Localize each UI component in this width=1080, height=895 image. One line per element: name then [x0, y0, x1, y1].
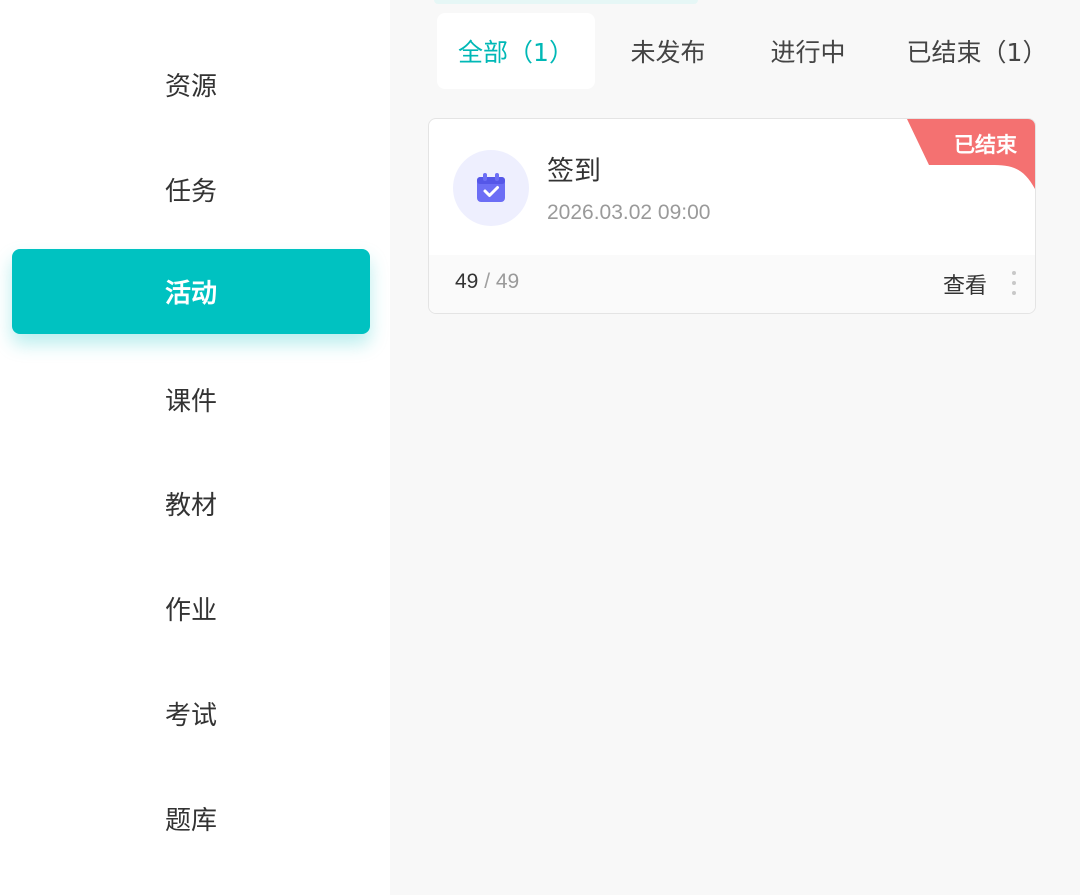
tab-label: 进行中 [770, 38, 846, 67]
main-content: 全部（1） 未发布 进行中 已结束（1） 签到 2026.03.02 09:00… [390, 0, 1080, 895]
participation-count: 49 / 49 [455, 270, 519, 294]
count-completed: 49 [455, 270, 479, 293]
sidebar-item-resources[interactable]: 资源 [12, 42, 370, 127]
tab-label: 未发布 [630, 38, 706, 67]
sidebar-item-question-bank[interactable]: 题库 [12, 776, 370, 861]
status-badge: 已结束 [954, 133, 1017, 157]
tab-all[interactable]: 全部（1） [437, 13, 595, 89]
count-total: 49 [495, 270, 520, 293]
sidebar-item-activities[interactable]: 活动 [12, 249, 370, 334]
tab-unpublished[interactable]: 未发布 [612, 13, 724, 89]
sidebar-item-label: 作业 [164, 596, 217, 626]
sidebar-item-exams[interactable]: 考试 [12, 671, 370, 756]
tab-ended[interactable]: 已结束（1） [902, 13, 1052, 89]
top-edge-divider [434, 0, 698, 4]
sidebar-item-tasks[interactable]: 任务 [12, 147, 370, 232]
sidebar-item-label: 课件 [164, 387, 217, 417]
sidebar-item-label: 活动 [164, 279, 217, 309]
calendar-check-icon [453, 150, 529, 226]
sidebar: 资源 任务 活动 课件 教材 作业 考试 题库 [0, 0, 390, 895]
sidebar-item-courseware[interactable]: 课件 [12, 357, 370, 442]
activity-title: 签到 [547, 156, 601, 187]
sidebar-item-label: 考试 [164, 701, 217, 731]
activity-card[interactable]: 签到 2026.03.02 09:00 已结束 49 / 49 查看 [428, 118, 1036, 314]
sidebar-item-homework[interactable]: 作业 [12, 566, 370, 651]
more-vertical-icon[interactable] [1007, 269, 1021, 297]
sidebar-item-label: 教材 [164, 491, 217, 521]
count-separator: / [478, 270, 496, 293]
sidebar-item-label: 任务 [164, 177, 217, 207]
sidebar-item-label: 题库 [164, 806, 217, 836]
activity-time: 2026.03.02 09:00 [547, 201, 711, 224]
tab-label: 已结束（1） [906, 38, 1048, 67]
view-button[interactable]: 查看 [943, 268, 987, 300]
sidebar-item-textbooks[interactable]: 教材 [12, 461, 370, 546]
tab-in-progress[interactable]: 进行中 [752, 13, 864, 89]
sidebar-item-label: 资源 [164, 72, 217, 102]
tab-label: 全部（1） [458, 38, 574, 67]
activity-card-footer: 49 / 49 查看 [429, 255, 1035, 313]
